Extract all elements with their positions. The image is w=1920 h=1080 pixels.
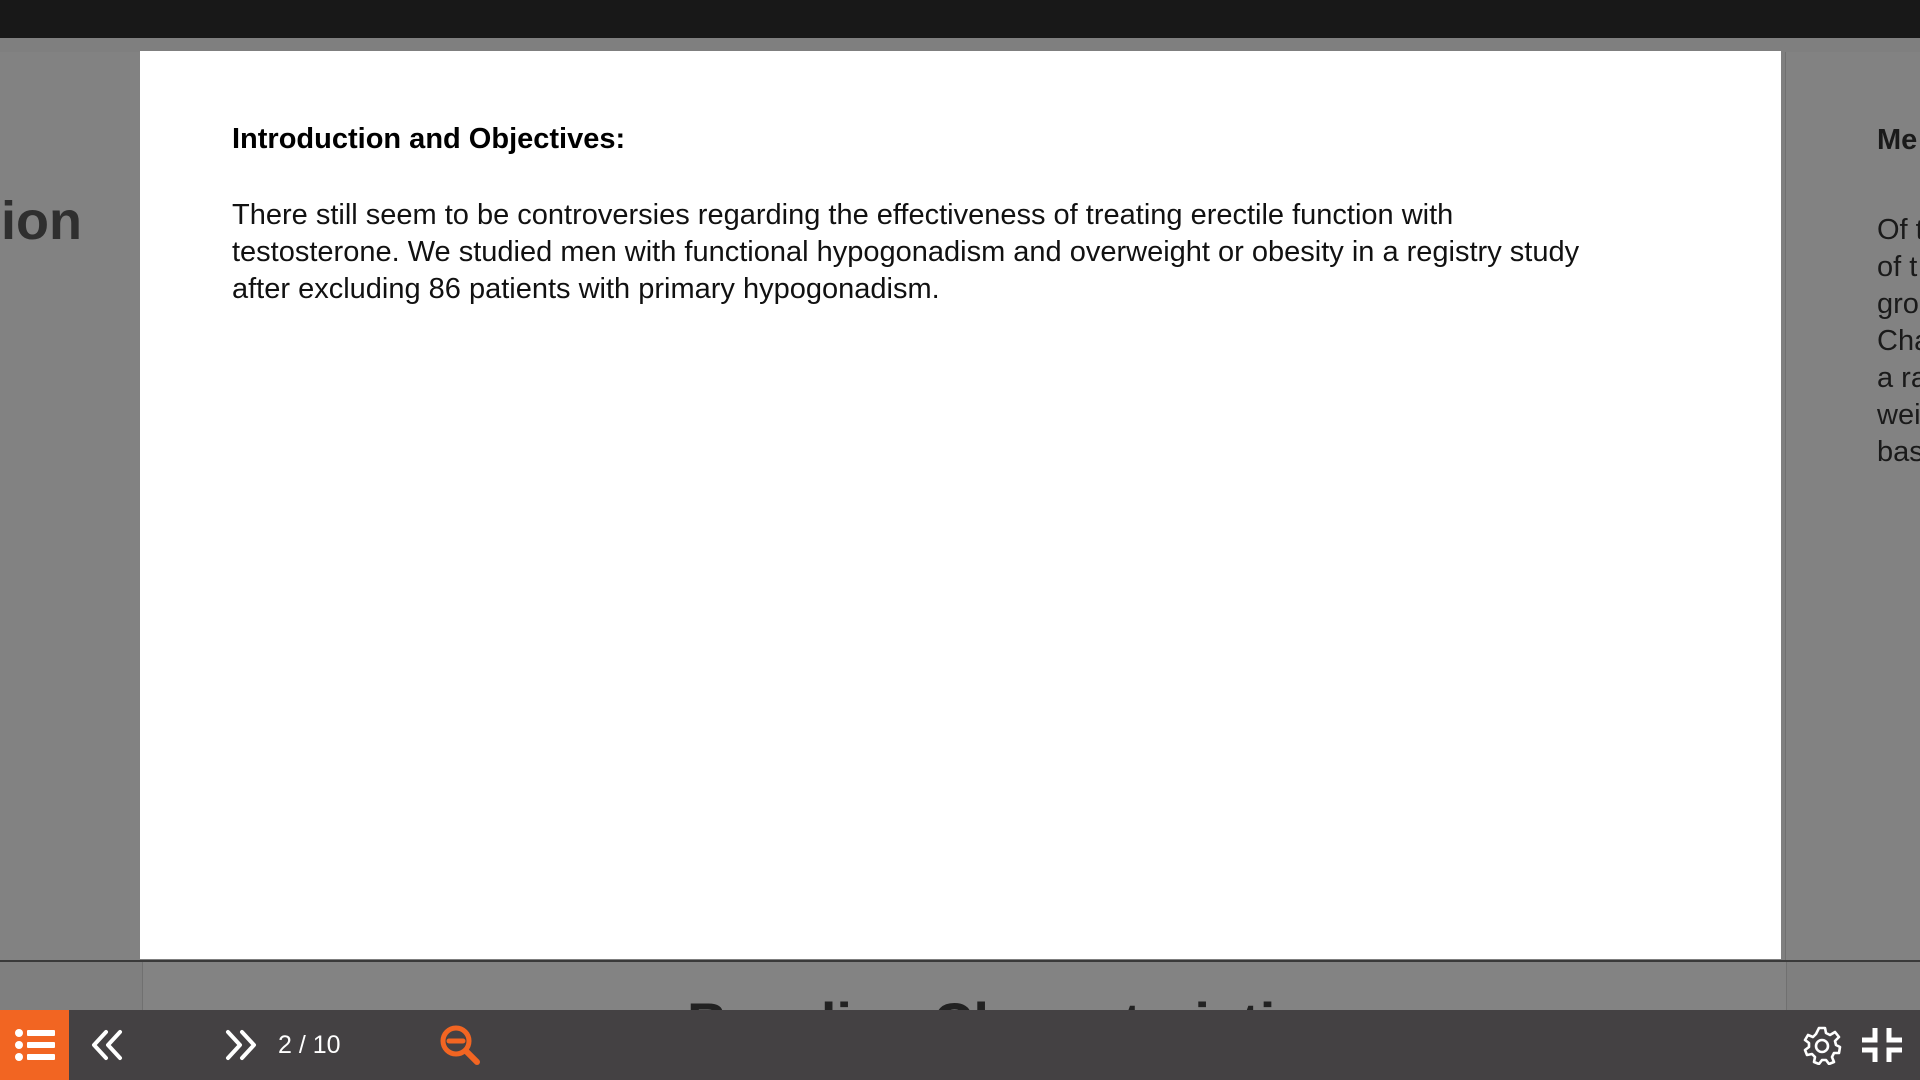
settings-button[interactable]: [1794, 1010, 1850, 1080]
zoom-out-icon: [438, 1023, 482, 1067]
next-slide-line: gro: [1877, 288, 1919, 320]
double-chevron-left-icon: [90, 1029, 124, 1061]
below-slide[interactable]: Baseline Characteristics: [142, 962, 1787, 1010]
slide-body-line: testosterone. We studied men with functi…: [232, 236, 1580, 268]
next-slide[interactable]: Me Of t of t gro Cha a ra wei bas: [1785, 52, 1920, 960]
bottom-toolbar: 2 / 10: [0, 1010, 1920, 1080]
zoom-out-button[interactable]: [430, 1010, 490, 1080]
slide-body-line: There still seem to be controversies reg…: [232, 199, 1454, 231]
double-chevron-right-icon: [224, 1029, 258, 1061]
previous-slide-button[interactable]: [82, 1010, 132, 1080]
next-slide-line: wei: [1877, 399, 1920, 431]
slide-list-button[interactable]: [0, 1010, 69, 1080]
exit-fullscreen-icon: [1862, 1028, 1902, 1062]
top-bar: [0, 0, 1920, 38]
slide-body: There still seem to be controversies reg…: [232, 197, 1712, 308]
slide-body-line: after excluding 86 patients with primary…: [232, 273, 940, 305]
list-icon: [14, 1028, 56, 1062]
next-slide-line: a ra: [1877, 362, 1920, 394]
slide-viewer-app: ion Introduction and Objectives: There s…: [0, 0, 1920, 1080]
previous-slide[interactable]: ion: [0, 52, 140, 960]
next-slide-line: Of t: [1877, 214, 1920, 246]
next-slide-line: Cha: [1877, 325, 1920, 357]
previous-slide-title-fragment: ion: [1, 191, 82, 251]
next-slide-line: bas: [1877, 436, 1920, 468]
slide-viewport[interactable]: ion Introduction and Objectives: There s…: [0, 38, 1920, 1010]
current-slide: Introduction and Objectives: There still…: [140, 51, 1781, 959]
gear-icon: [1802, 1025, 1842, 1065]
page-counter: 2 / 10: [278, 1031, 341, 1059]
next-slide-button[interactable]: [216, 1010, 266, 1080]
next-slide-line: of t: [1877, 251, 1918, 283]
next-slide-body: Of t of t gro Cha a ra wei bas: [1877, 212, 1920, 471]
exit-fullscreen-button[interactable]: [1856, 1010, 1908, 1080]
below-slide-title: Baseline Characteristics: [687, 990, 1338, 1010]
next-slide-heading-fragment: Me: [1877, 124, 1918, 156]
slide-heading: Introduction and Objectives:: [232, 123, 626, 155]
